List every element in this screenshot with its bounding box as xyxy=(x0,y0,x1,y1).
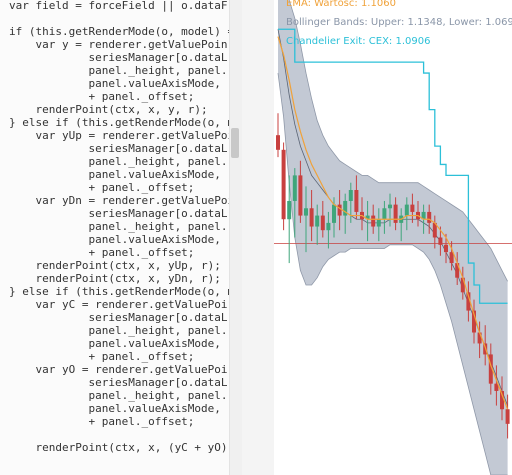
candle-body xyxy=(348,190,353,201)
candle-body xyxy=(304,208,308,216)
pane-divider xyxy=(242,0,274,475)
code-line: seriesManager[o.dataL xyxy=(9,311,228,324)
code-line: var field = forceField || o.dataF xyxy=(9,0,228,12)
legend-chandelier: Chandelier Exit: CEX: 1.0906 xyxy=(286,36,431,47)
candle-body xyxy=(326,222,331,231)
candle-body xyxy=(320,215,325,231)
code-line: panel.valueAxisMode, xyxy=(9,168,221,181)
candle-body xyxy=(292,175,297,201)
code-line: renderPoint(ctx, x, (yC + yO) xyxy=(9,441,228,454)
code-line: + panel._offset; xyxy=(9,415,195,428)
candle-body xyxy=(354,190,359,212)
chart-canvas xyxy=(274,0,512,475)
code-line: panel.valueAxisMode, xyxy=(9,337,221,350)
legend-ema: EMA: Wartość: 1.1060 xyxy=(286,0,396,9)
candle-body xyxy=(505,409,510,424)
candle-body xyxy=(309,208,314,227)
price-chart[interactable]: EMA: Wartość: 1.1060 Bollinger Bands: Up… xyxy=(274,0,512,475)
editor-scrollbar[interactable] xyxy=(229,0,242,475)
code-line: seriesManager[o.dataL xyxy=(9,142,228,155)
candle-body xyxy=(404,204,409,216)
candle-body xyxy=(460,277,465,293)
candle-body xyxy=(444,244,448,253)
candle-body xyxy=(315,215,320,227)
code-line: seriesManager[o.dataL xyxy=(9,207,228,220)
candle-body xyxy=(281,149,286,220)
code-line: panel.valueAxisMode, xyxy=(9,233,221,246)
code-line: renderPoint(ctx, x, yUp, r); xyxy=(9,259,221,272)
candle-body xyxy=(427,211,432,223)
code-line: if (this.getRenderMode(o, model) = xyxy=(9,25,229,38)
code-line: panel._height, panel. xyxy=(9,220,228,233)
candle-body xyxy=(371,215,376,227)
code-line: var y = renderer.getValuePoin xyxy=(9,38,228,51)
code-line: } else if (this.getRenderMode(o, m xyxy=(9,285,229,298)
candle-body xyxy=(332,204,336,223)
code-line: var yDn = renderer.getValuePoi xyxy=(9,194,229,207)
editor-scrollbar-thumb[interactable] xyxy=(231,128,239,158)
code-line: + panel._offset; xyxy=(9,246,195,259)
code-line: panel._height, panel. xyxy=(9,155,228,168)
code-line: panel._height, panel. xyxy=(9,324,228,337)
code-line: panel.valueAxisMode, xyxy=(9,402,221,415)
candle-body xyxy=(298,175,303,216)
candle-body xyxy=(393,204,398,223)
candle-body xyxy=(438,237,443,245)
code-line: renderPoint(ctx, x, y, r); xyxy=(9,103,208,116)
candle-body xyxy=(376,219,381,227)
legend-bollinger: Bollinger Bands: Upper: 1.1348, Lower: 1… xyxy=(286,17,512,28)
code-line: var yO = renderer.getValuePoi xyxy=(9,363,228,376)
code-line: panel.valueAxisMode, xyxy=(9,77,221,90)
candle-body xyxy=(276,135,280,150)
code-line: panel._height, panel. xyxy=(9,64,228,77)
candle-body xyxy=(388,204,392,209)
code-line: + panel._offset; xyxy=(9,350,195,363)
code-line: seriesManager[o.dataL xyxy=(9,51,228,64)
candle-body xyxy=(337,204,342,216)
code-line: var yC = renderer.getValuePoi xyxy=(9,298,228,311)
code-line: var yUp = renderer.getValuePoi xyxy=(9,129,229,142)
code-line: } else if (this.getRenderMode(o, m xyxy=(9,116,229,129)
code-line: renderPoint(ctx, x, yDn, r); xyxy=(9,272,221,285)
candle-body xyxy=(382,208,387,220)
candle-body xyxy=(410,204,415,212)
code-line: panel._height, panel. xyxy=(9,389,228,402)
bollinger-band-fill xyxy=(278,0,508,475)
code-lines: var field = forceField || o.dataF if (thi… xyxy=(9,0,229,454)
code-line: + panel._offset; xyxy=(9,90,195,103)
code-line: + panel._offset; xyxy=(9,181,195,194)
code-editor[interactable]: var field = forceField || o.dataF if (thi… xyxy=(0,0,229,475)
code-line: seriesManager[o.dataL xyxy=(9,376,228,389)
candle-body xyxy=(287,200,292,220)
